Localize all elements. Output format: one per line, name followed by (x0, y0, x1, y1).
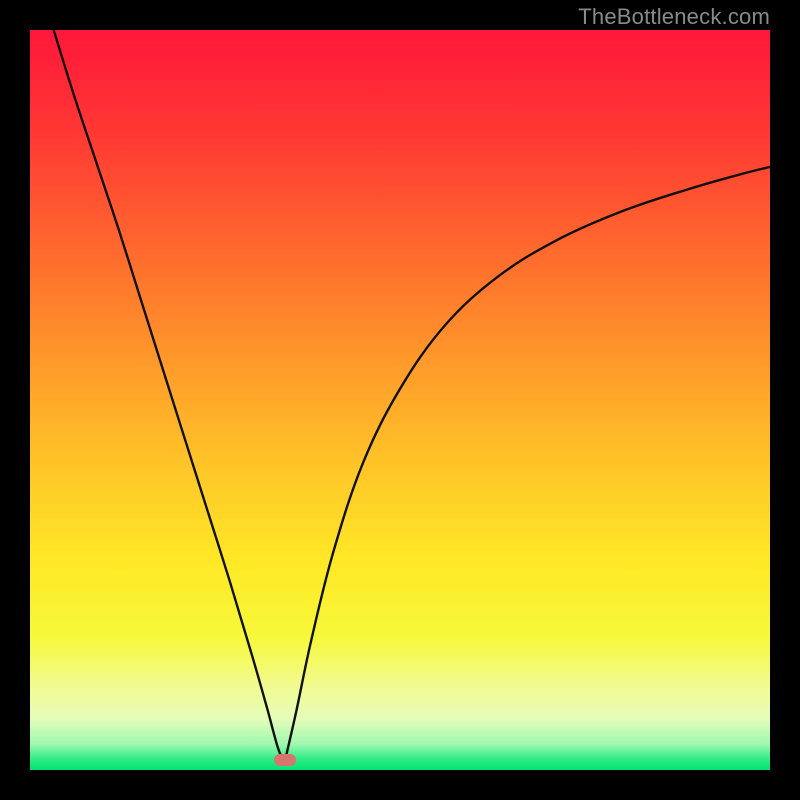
plot-area (30, 30, 770, 770)
curve-right-branch (285, 167, 770, 763)
bottleneck-curve (30, 30, 770, 770)
optimal-point-marker (274, 754, 296, 766)
attribution-text: TheBottleneck.com (578, 4, 770, 30)
chart-frame: TheBottleneck.com (0, 0, 800, 800)
curve-left-branch (54, 30, 285, 763)
